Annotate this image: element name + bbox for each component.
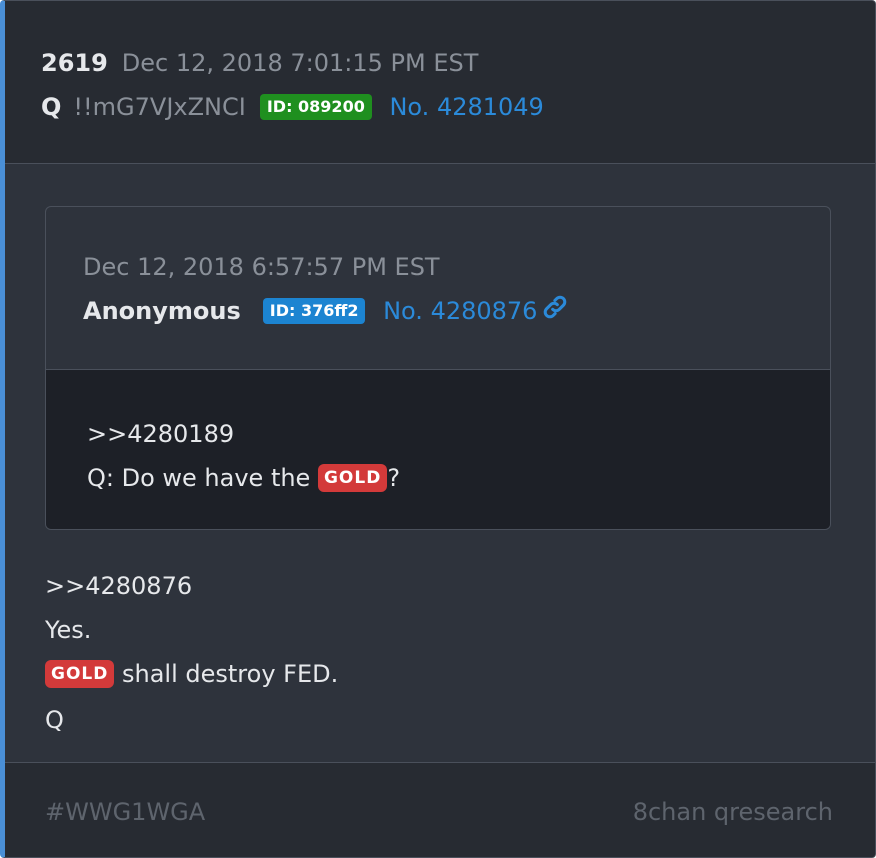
quoted-timestamp: Dec 12, 2018 6:57:57 PM EST	[83, 253, 440, 281]
gold-tag: GOLD	[317, 464, 388, 492]
quoted-text-end: ?	[387, 464, 401, 492]
quoted-post-header: Dec 12, 2018 6:57:57 PM EST Anonymous ID:…	[46, 207, 830, 370]
post-footer: #WWG1WGA 8chan qresearch	[5, 762, 875, 857]
post-card: 2619 Dec 12, 2018 7:01:15 PM EST Q !!mG7VJ…	[0, 0, 876, 858]
body-signature: Q	[45, 706, 64, 734]
quoted-text-line: Q: Do we have the GOLD?	[87, 460, 400, 496]
post-number-link[interactable]: No. 4281049	[389, 93, 543, 121]
post-header: 2619 Dec 12, 2018 7:01:15 PM EST Q !!mG7VJ…	[5, 1, 875, 164]
quoted-post-body: >>4280189 Q: Do we have the GOLD?	[46, 370, 830, 529]
quoted-number-link[interactable]: No. 4280876	[383, 297, 537, 325]
reply-link[interactable]: >>4280876	[45, 568, 192, 604]
post-number: 2619	[41, 49, 108, 77]
quoted-author: Anonymous	[83, 297, 241, 325]
body-line-gold: GOLD shall destroy FED.	[45, 656, 338, 692]
quoted-reply-link[interactable]: >>4280189	[87, 416, 234, 452]
gold-tag: GOLD	[45, 660, 115, 688]
post-tripcode: !!mG7VJxZNCI	[73, 93, 246, 121]
post-author-row: Q !!mG7VJxZNCI ID: 089200 No. 4281049	[41, 89, 544, 125]
post-timestamp: Dec 12, 2018 7:01:15 PM EST	[121, 49, 479, 77]
body-text: shall destroy FED.	[114, 660, 339, 688]
post-id-badge: ID: 089200	[259, 94, 372, 120]
post-author: Q	[41, 93, 62, 121]
post-body: Dec 12, 2018 6:57:57 PM EST Anonymous ID:…	[5, 164, 875, 762]
link-icon[interactable]	[541, 293, 569, 321]
post-meta-row: 2619 Dec 12, 2018 7:01:15 PM EST	[41, 45, 478, 81]
quoted-text: Q: Do we have the	[87, 464, 318, 492]
body-line-yes: Yes.	[45, 616, 92, 644]
quoted-author-row: Anonymous ID: 376ff2 No. 4280876	[83, 293, 569, 329]
hashtag: #WWG1WGA	[45, 798, 206, 826]
quoted-post: Dec 12, 2018 6:57:57 PM EST Anonymous ID:…	[45, 206, 831, 530]
quoted-id-badge: ID: 376ff2	[262, 298, 366, 324]
source-label: 8chan qresearch	[632, 798, 833, 826]
